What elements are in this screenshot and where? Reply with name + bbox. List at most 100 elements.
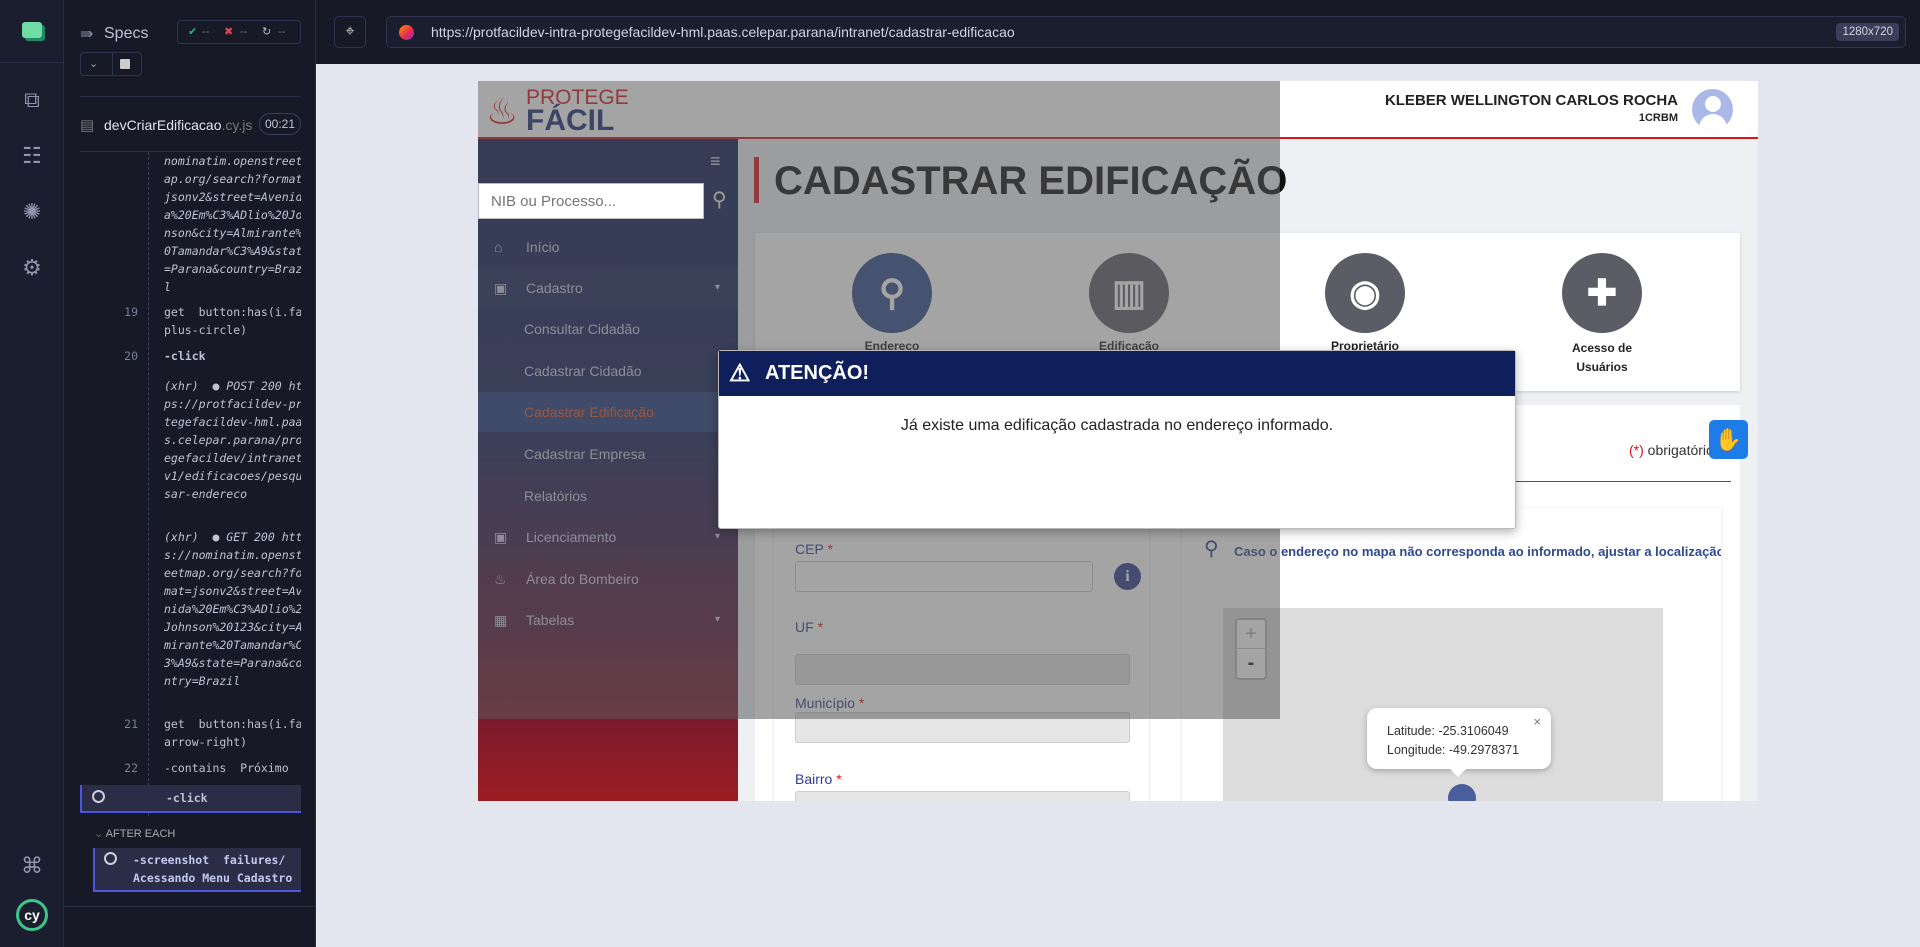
pending-icon: ↻: [262, 26, 272, 38]
alert-modal: ⚠ ATENÇÃO! Já existe uma edificação cadas…: [718, 350, 1516, 529]
cypress-sidebar: ⧉ ☷ ✺ ⚙ ⌘ cy: [0, 0, 64, 947]
home-icon: ⌂: [494, 239, 503, 255]
table-icon: ▦: [494, 612, 508, 628]
specs-label[interactable]: Specs: [104, 25, 148, 43]
id-card-icon: ▣: [494, 529, 508, 545]
bairro-input[interactable]: [795, 791, 1130, 801]
close-icon[interactable]: ×: [1533, 712, 1541, 731]
run-controls: ⌄: [80, 52, 142, 76]
settings-icon[interactable]: ⚙: [18, 254, 46, 282]
chevron-down-icon: ▾: [714, 614, 720, 625]
firefox-icon: [399, 25, 414, 40]
page-title: CADASTRAR EDIFICAÇÃO: [774, 159, 1288, 203]
title-accent: [754, 157, 759, 203]
specs-icon[interactable]: ⧉: [18, 86, 46, 114]
menu-item-tabelas[interactable]: ▦ Tabelas ▾: [478, 600, 738, 640]
step-edificacao[interactable]: ▥ Edificação: [1069, 253, 1189, 353]
zoom-out-button[interactable]: -: [1237, 649, 1265, 678]
stats-bar: ✔ -- ✖ -- ↻ --: [177, 20, 301, 44]
menu-item-cadastrar-cidadao[interactable]: Cadastrar Cidadão: [478, 351, 738, 391]
after-each-label[interactable]: ⌄ AFTER EACH: [94, 827, 175, 840]
search-icon[interactable]: ⚲: [712, 187, 727, 212]
stop-icon[interactable]: [120, 59, 130, 69]
cep-label: CEP *: [795, 541, 833, 557]
command-log: nominatim.openstreetmap.org/search?forma…: [80, 152, 301, 816]
user-plus-icon: ✚: [1562, 253, 1642, 333]
passed-icon: ✔: [188, 26, 198, 38]
modal-title: ATENÇÃO!: [765, 362, 870, 384]
map-hint: Caso o endereço no mapa não corresponda …: [1234, 544, 1721, 559]
expand-chevron-icon[interactable]: ⌄: [89, 53, 98, 75]
map-marker-icon: ⚲: [1204, 538, 1219, 560]
required-note: (*) obrigatório: [1629, 442, 1714, 458]
fire-icon: ♨: [494, 571, 507, 587]
duration-badge: 00:21: [259, 113, 301, 135]
url-bar[interactable]: https://protfacildev-intra-protegefacild…: [386, 16, 1906, 48]
step-endereco[interactable]: ⚲ Endereço: [832, 253, 952, 353]
map-card: ⚲ Caso o endereço no mapa não correspond…: [1182, 508, 1721, 801]
user-name[interactable]: KLEBER WELLINGTON CARLOS ROCHA: [1385, 92, 1678, 109]
keyboard-shortcuts-icon[interactable]: ⌘: [18, 852, 46, 880]
avatar[interactable]: [1692, 89, 1733, 130]
step-acesso-usuarios[interactable]: ✚ Acesso de Usuários: [1542, 253, 1662, 377]
zoom-control: + -: [1235, 618, 1267, 680]
warning-icon: ⚠: [729, 360, 751, 387]
logo-bottom-text: FÁCIL: [526, 104, 615, 137]
flame-icon: ♨: [486, 91, 519, 132]
menu-item-cadastrar-empresa[interactable]: Cadastrar Empresa: [478, 434, 738, 474]
municipio-label: Município *: [795, 695, 865, 711]
file-icon: ▤: [80, 117, 95, 134]
spinner-icon: [92, 790, 105, 803]
command-text: nominatim.openstreetmap.org/search?forma…: [164, 154, 301, 294]
uf-select[interactable]: [795, 654, 1130, 685]
step-proprietario[interactable]: ◉ Proprietário: [1305, 253, 1425, 353]
menu-item-inicio[interactable]: ⌂ Início: [478, 227, 738, 267]
selector-playground-crosshair-icon[interactable]: ⌖: [334, 16, 366, 48]
specs-list-icon[interactable]: ⇛: [80, 24, 93, 44]
map-marker-icon: ⚲: [852, 253, 932, 333]
failed-icon: ✖: [224, 26, 234, 38]
cypress-logo-icon[interactable]: [22, 22, 42, 38]
spec-file-name: devCriarEdificacao.cy.js: [104, 117, 253, 133]
failed-count: --: [240, 26, 248, 38]
divider: [0, 62, 64, 63]
app-header: ♨ PROTEGE FÁCIL KLEBER WELLINGTON CARLOS…: [478, 81, 1758, 139]
menu-item-area-do-bombeiro[interactable]: ♨ Área do Bombeiro: [478, 559, 738, 599]
address-form: CEP * i UF * Município * Bairro *: [774, 508, 1149, 801]
menu-item-cadastro[interactable]: ▣ Cadastro ▾: [478, 268, 738, 308]
browser-toolbar: ⌖ https://protfacildev-intra-protegefaci…: [316, 0, 1920, 64]
debug-icon[interactable]: ✺: [18, 198, 46, 226]
after-each-command[interactable]: -screenshot failures/ Acessando Menu Cad…: [93, 848, 301, 892]
menu-item-consultar-cidadao[interactable]: Consultar Cidadão: [478, 309, 738, 349]
map[interactable]: + - Latitude: -25.3106049 Longitude: -49.…: [1223, 608, 1663, 801]
command-row-active[interactable]: -click: [80, 785, 301, 813]
coordinates-popup: Latitude: -25.3106049 Longitude: -49.2978…: [1367, 708, 1551, 769]
spinner-icon: [104, 852, 117, 865]
info-icon[interactable]: i: [1114, 563, 1141, 590]
menu-item-cadastrar-edificacao[interactable]: Cadastrar Edificação: [478, 392, 738, 432]
cep-input[interactable]: [795, 561, 1093, 592]
bairro-label: Bairro *: [795, 771, 842, 787]
menu-item-relatorios[interactable]: Relatórios: [478, 476, 738, 516]
user-unit: 1CRBM: [1638, 112, 1678, 124]
uf-label: UF *: [795, 619, 824, 635]
id-card-icon: ▣: [494, 280, 508, 296]
viewport-badge: 1280x720: [1836, 23, 1899, 41]
protege-facil-logo: ♨ PROTEGE FÁCIL: [486, 85, 646, 137]
nib-search-input[interactable]: [478, 183, 704, 219]
chevron-down-icon: ▾: [714, 282, 720, 293]
accessibility-sign-language-icon[interactable]: ✋: [1709, 420, 1748, 459]
passed-count: --: [202, 26, 210, 38]
building-icon: ▥: [1089, 253, 1169, 333]
menu-item-licenciamento[interactable]: ▣ Licenciamento ▾: [478, 517, 738, 557]
zoom-in-button[interactable]: +: [1237, 620, 1265, 649]
cy-logo-icon[interactable]: cy: [16, 899, 48, 931]
modal-header: ⚠ ATENÇÃO!: [719, 351, 1515, 396]
user-circle-icon: ◉: [1325, 253, 1405, 333]
map-marker-pin-icon[interactable]: [1442, 778, 1482, 801]
municipio-select[interactable]: [795, 712, 1130, 743]
pending-count: --: [278, 26, 286, 38]
hamburger-menu-icon[interactable]: ≡: [710, 151, 721, 172]
app-sidebar: ≡ ⚲ ⌂Início ▣Cadastro▾ Consultar Cidadão…: [478, 139, 738, 801]
runs-icon[interactable]: ☷: [18, 142, 46, 170]
